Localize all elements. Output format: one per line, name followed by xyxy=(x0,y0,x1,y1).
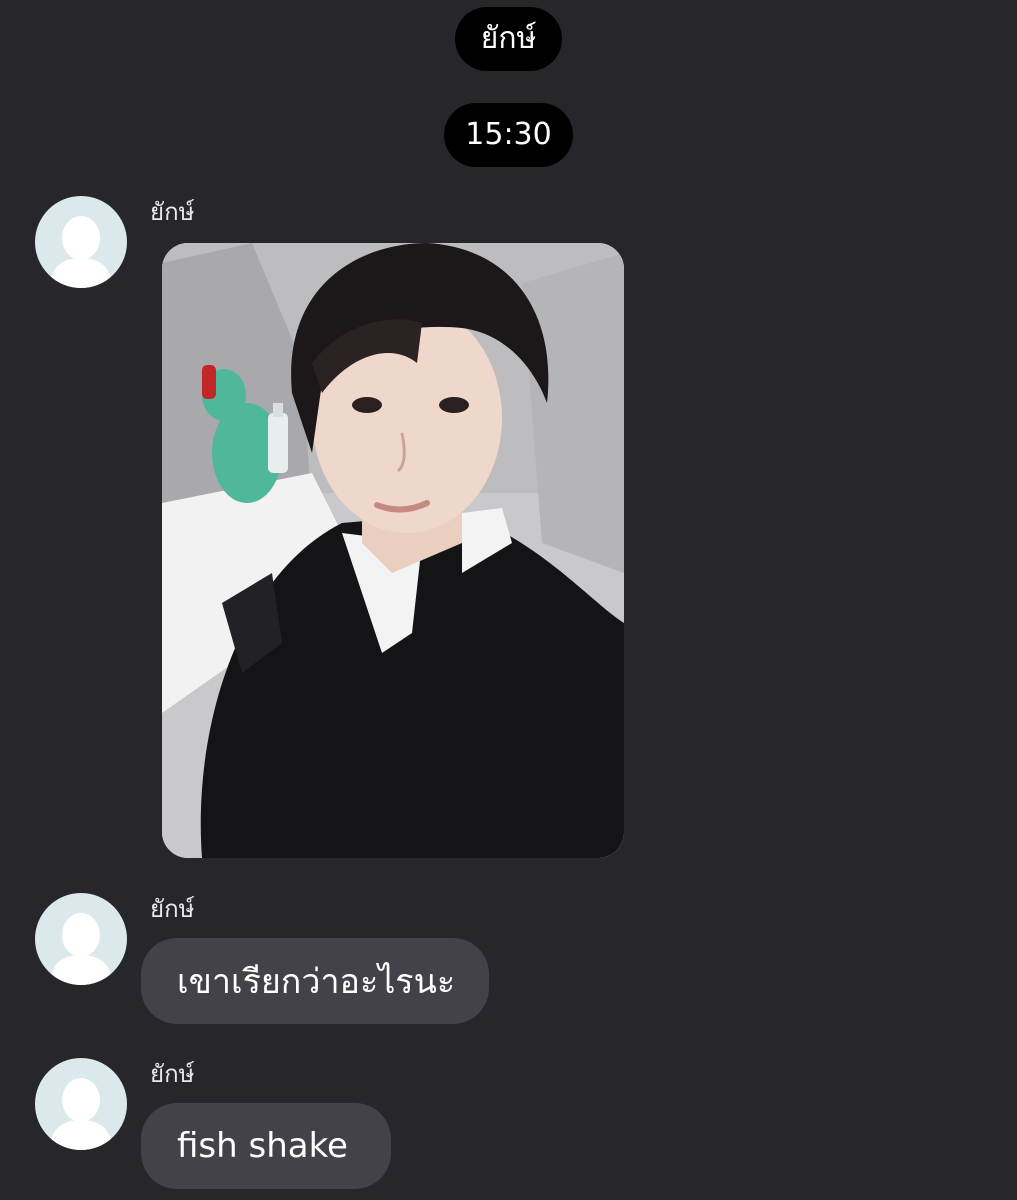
timestamp-pill: 15:30 xyxy=(444,103,573,167)
message-text: เขาเรียกว่าอะไรนะ xyxy=(177,962,456,1002)
sender-name: ยักษ์ xyxy=(150,198,195,226)
timestamp-label: 15:30 xyxy=(465,117,552,152)
sender-name: ยักษ์ xyxy=(150,1060,195,1088)
image-message[interactable] xyxy=(162,243,624,858)
user-silhouette-icon xyxy=(49,216,113,288)
message-bubble[interactable]: เขาเรียกว่าอะไรนะ xyxy=(141,938,489,1024)
chat-name-pill: ยักษ์ xyxy=(455,7,562,71)
avatar[interactable] xyxy=(35,893,127,985)
avatar[interactable] xyxy=(35,1058,127,1150)
sender-name: ยักษ์ xyxy=(150,895,195,923)
selfie-photo-icon xyxy=(162,243,624,858)
message-bubble[interactable]: fish shake xyxy=(141,1103,391,1189)
avatar[interactable] xyxy=(35,196,127,288)
user-silhouette-icon xyxy=(49,913,113,985)
message-text: fish shake xyxy=(177,1126,348,1166)
chat-name-label: ยักษ์ xyxy=(480,21,537,56)
user-silhouette-icon xyxy=(49,1078,113,1150)
